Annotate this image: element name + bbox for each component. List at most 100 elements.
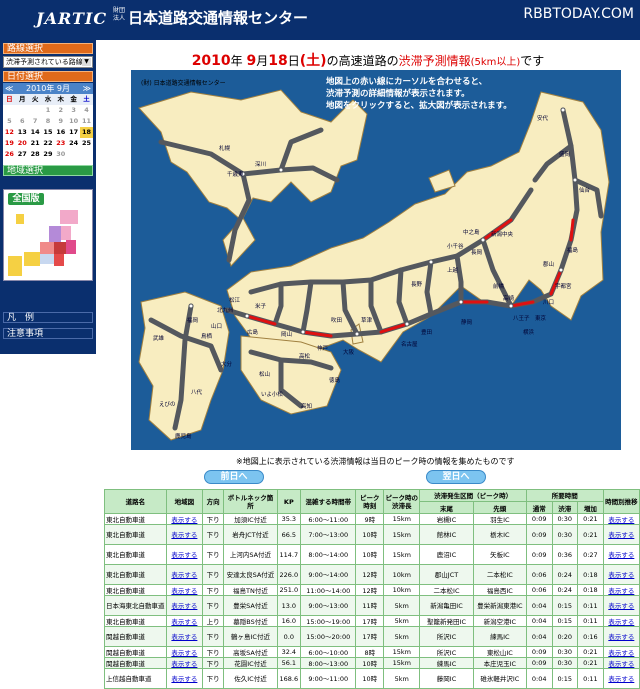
calendar-day[interactable]: 12 [3,127,16,138]
table-cell: 下り [202,595,225,616]
show-region-map-link[interactable]: 表示する [165,646,204,658]
calendar-next-button[interactable]: ≫ [83,83,91,94]
calendar-weekday: 月 [15,94,29,105]
show-timeline-link[interactable]: 表示する [602,584,640,596]
table-cell: 13.0 [276,595,302,616]
table-cell: 15km [383,646,421,658]
route-select-dropdown[interactable]: 渋滞予測されている路線 ▼ [3,56,93,68]
show-region-map-link[interactable]: 表示する [165,524,204,545]
calendar-day[interactable]: 29 [42,149,55,160]
table-header: 方向 [202,489,225,514]
calendar-day[interactable]: 20 [16,138,29,149]
table-header: 所要時間 [525,489,604,502]
show-region-map-link[interactable]: 表示する [165,626,204,647]
prev-day-button[interactable]: 前日へ [204,470,264,484]
table-cell: 0:09 [525,513,553,525]
table-subheader: 通常 [525,501,553,514]
legend-link[interactable]: 凡 例 [3,312,93,323]
notes-link[interactable]: 注意事項 [3,328,93,339]
show-region-map-link[interactable]: 表示する [165,584,204,596]
show-timeline-link[interactable]: 表示する [602,513,640,525]
calendar-day: 4 [84,106,89,114]
show-timeline-link[interactable]: 表示する [602,544,640,565]
region-all-button[interactable]: 全国版 [8,193,44,205]
table-cell: 0:16 [577,626,604,647]
show-timeline-link[interactable]: 表示する [602,615,640,627]
table-cell: 168.6 [276,668,302,689]
show-timeline-link[interactable]: 表示する [602,668,640,689]
table-cell: 豊栄SA付近 [223,595,278,616]
calendar-day[interactable]: 19 [3,138,16,149]
calendar-day: 11 [82,117,92,125]
show-region-map-link[interactable]: 表示する [165,657,204,669]
show-timeline-link[interactable]: 表示する [602,564,640,585]
calendar-day[interactable]: 27 [16,149,29,160]
next-day-button[interactable]: 翌日へ [426,470,486,484]
calendar-day[interactable]: 23 [54,138,67,149]
show-region-map-link[interactable]: 表示する [165,544,204,565]
show-region-map-link[interactable]: 表示する [165,595,204,616]
table-cell: 0:15 [551,668,579,689]
table-cell: 0:36 [551,544,579,565]
calendar-day[interactable]: 25 [80,138,93,149]
mini-japan-map[interactable] [4,206,92,282]
show-region-map-link[interactable]: 表示する [165,513,204,525]
calendar-day[interactable]: 28 [29,149,42,160]
show-timeline-link[interactable]: 表示する [602,646,640,658]
table-cell: 0:30 [551,657,579,669]
table-cell: 9:00〜13:00 [300,595,357,616]
table-cell: 12時 [355,584,385,596]
chevron-down-icon[interactable]: ▼ [82,58,91,66]
calendar-prev-button[interactable]: ≪ [5,83,13,94]
calendar-day: 3 [71,106,76,114]
table-cell: 6:00〜10:00 [300,646,357,658]
calendar-day[interactable]: 22 [42,138,55,149]
japan-traffic-map[interactable]: (財) 日本道路交通情報センター 地図上の赤い線にカーソルを合わせると、 渋滞予… [131,70,621,450]
jartic-logo[interactable]: JARTIC [36,9,107,28]
show-timeline-link[interactable]: 表示する [602,626,640,647]
shikoku[interactable] [240,335,342,415]
table-cell: 35.3 [276,513,302,525]
show-region-map-link[interactable]: 表示する [165,564,204,585]
table-cell: 9時 [355,513,385,525]
table-cell: 東北自動車道 [104,615,167,627]
calendar-day[interactable]: 24 [67,138,80,149]
calendar-day[interactable]: 21 [29,138,42,149]
table-cell: 東北自動車道 [104,513,167,525]
table-cell: 岩舟JCT付近 [223,524,278,545]
calendar-month-title: 2010年 9月 [26,84,70,93]
show-region-map-link[interactable]: 表示する [165,668,204,689]
table-cell: 10km [383,564,421,585]
show-timeline-link[interactable]: 表示する [602,657,640,669]
table-header: ボトルネック箇所 [223,489,278,514]
calendar-day[interactable]: 16 [54,127,67,138]
show-region-map-link[interactable]: 表示する [165,615,204,627]
table-header: KP [276,489,302,514]
table-cell: 0:09 [525,524,553,545]
table-cell: 251.0 [276,584,302,596]
table-cell: 15km [383,544,421,565]
show-timeline-link[interactable]: 表示する [602,524,640,545]
table-cell: 5km [383,615,421,627]
calendar-day[interactable]: 26 [3,149,16,160]
calendar-day[interactable]: 18 [80,127,93,138]
table-cell: 鹿沼IC [419,544,474,565]
calendar-day[interactable]: 17 [67,127,80,138]
calendar-day[interactable]: 14 [29,127,42,138]
table-row: 上信越自動車道 表示する 下り 佐久IC付近 168.6 9:00〜11:00 10時 5km… [104,668,640,689]
map-graphic[interactable] [131,70,621,450]
table-cell: 二本松IC [419,584,474,596]
calendar-day[interactable]: 15 [42,127,55,138]
watermark: RBBTODAY.COM [523,6,634,22]
table-cell: 東北自動車道 [104,564,167,585]
show-timeline-link[interactable]: 表示する [602,595,640,616]
region-selector: 全国版 [3,189,93,281]
calendar-day[interactable]: 13 [16,127,29,138]
table-cell: 栃木IC [472,524,527,545]
table-cell: 0:06 [525,584,553,596]
calendar-day [16,105,29,116]
table-cell: 16.0 [276,615,302,627]
table-cell: 鶴ヶ島IC付近 [223,626,278,647]
table-cell: 下り [202,564,225,585]
table-cell: 安達太良SA付近 [223,564,278,585]
